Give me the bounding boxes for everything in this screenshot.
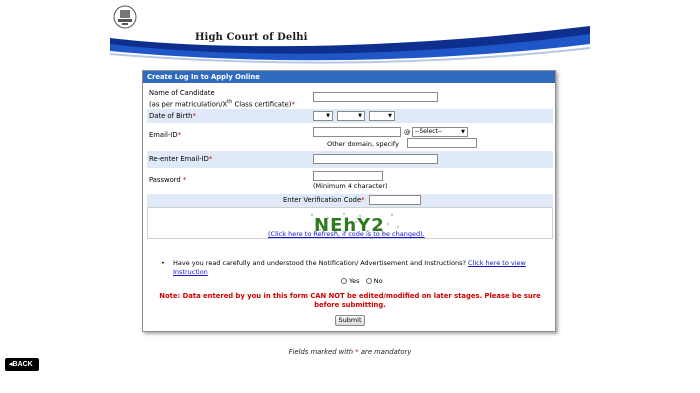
header-banner: High Court of Delhi: [110, 4, 590, 68]
instructions-radio-group: Yes No: [341, 277, 383, 285]
chevron-down-icon: ▼: [358, 113, 362, 119]
banner-swoosh: [110, 26, 590, 68]
radio-no-label: No: [373, 277, 383, 285]
candidate-name-input[interactable]: [313, 92, 438, 102]
reenter-email-input[interactable]: [313, 154, 438, 164]
radio-no[interactable]: [365, 278, 372, 284]
court-emblem-icon: [113, 5, 137, 29]
row-date-of-birth: Date of Birth* ▼ ▼ ▼: [147, 109, 553, 123]
dob-month-select[interactable]: ▼: [337, 111, 365, 121]
email-label: Email-ID*: [149, 131, 181, 139]
dob-label: Date of Birth*: [149, 112, 196, 120]
password-label: Password *: [149, 176, 187, 184]
reenter-email-label: Re-enter Email-ID*: [149, 155, 213, 163]
radio-yes-label: Yes: [349, 277, 360, 285]
warning-note: Note: Data entered by you in this form C…: [159, 292, 541, 309]
dob-day-select[interactable]: ▼: [313, 111, 333, 121]
instructions-question: Have you read carefully and understood t…: [173, 259, 526, 276]
instructions-bullet: •: [161, 259, 165, 267]
candidate-name-label: Name of Candidate (as per matriculation/…: [149, 89, 295, 109]
row-email: Email-ID* @ --Select-- ▼ Other domain, sp…: [147, 123, 553, 151]
password-input[interactable]: [313, 171, 383, 181]
chevron-down-icon: ▼: [326, 113, 330, 119]
refresh-captcha-link[interactable]: (Click here to Refresh, if code is to be…: [268, 230, 425, 238]
email-domain-select[interactable]: --Select-- ▼: [412, 127, 468, 137]
at-symbol: @: [404, 128, 411, 136]
dob-year-select[interactable]: ▼: [369, 111, 395, 121]
chevron-down-icon: ▼: [461, 129, 465, 135]
row-candidate-name: Name of Candidate (as per matriculation/…: [147, 87, 553, 109]
submit-button[interactable]: Submit: [335, 315, 365, 326]
mandatory-fields-note: Fields marked with * are mandatory: [288, 348, 412, 356]
login-form-panel: Create Log In to Apply Online Name of Ca…: [142, 70, 556, 332]
row-password: Password * (Minimum 4 character): [147, 168, 553, 192]
chevron-down-icon: ▼: [388, 113, 392, 119]
verification-label: Enter Verification Code*: [283, 196, 365, 204]
row-verification: Enter Verification Code*: [147, 194, 553, 207]
row-reenter-email: Re-enter Email-ID*: [147, 151, 553, 168]
row-instructions: • Have you read carefully and understood…: [147, 259, 553, 289]
radio-yes[interactable]: [341, 278, 347, 284]
email-input[interactable]: [313, 127, 401, 137]
other-domain-input[interactable]: [407, 138, 477, 148]
other-domain-label: Other domain, specify: [327, 140, 399, 148]
back-button[interactable]: ◂BACK: [5, 358, 39, 371]
verification-input[interactable]: [369, 195, 421, 205]
court-title: High Court of Delhi: [195, 32, 308, 43]
password-hint: (Minimum 4 character): [313, 182, 388, 190]
panel-title: Create Log In to Apply Online: [143, 71, 555, 83]
captcha-box: NEhY2 (Click here to Refresh, if code is…: [147, 207, 553, 239]
